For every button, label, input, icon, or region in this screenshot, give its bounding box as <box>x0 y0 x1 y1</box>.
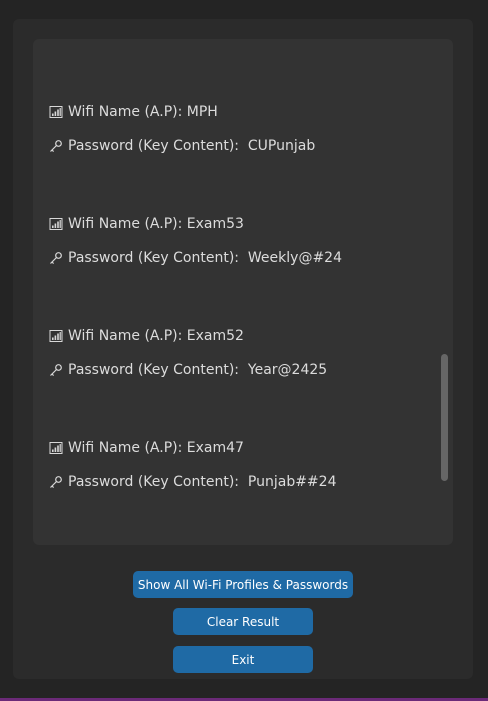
wifi-name-label: Wifi Name (A.P): <box>68 328 187 344</box>
password-value: CUPunjab <box>247 138 316 154</box>
result-entry: Wifi Name (A.P): MPH Password (Key Conte… <box>49 95 433 207</box>
signal-bars-icon <box>49 218 63 230</box>
result-textbox[interactable]: Wifi Name (A.P): MPH Password (Key Conte… <box>33 39 453 545</box>
key-icon <box>50 476 62 489</box>
wifi-name-value: Exam52 <box>186 328 244 344</box>
wifi-name-line: Wifi Name (A.P): Exam52 <box>49 319 433 353</box>
exit-button[interactable]: Exit <box>173 646 313 673</box>
password-line: Password (Key Content): Weekly@#24 <box>49 241 433 275</box>
wifi-name-label: Wifi Name (A.P): <box>68 216 187 232</box>
signal-bars-icon <box>49 106 63 118</box>
result-entry: Wifi Name (A.P): Exam52 Password (Key Co… <box>49 319 433 431</box>
key-icon <box>50 252 62 265</box>
password-label: Password (Key Content): <box>68 138 248 154</box>
password-line: Password (Key Content): Year@2425 <box>49 353 433 387</box>
wifi-name-value: Exam53 <box>186 216 244 232</box>
wifi-name-line: Wifi Name (A.P): Exam47 <box>49 431 433 465</box>
result-entry: Wifi Name (A.P): Exam47 Password (Key Co… <box>49 431 433 543</box>
results-list: Wifi Name (A.P): MPH Password (Key Conte… <box>49 95 433 543</box>
password-value: Year@2425 <box>247 362 328 378</box>
password-value: Weekly@#24 <box>247 250 342 266</box>
wifi-name-value: MPH <box>186 104 218 120</box>
password-label: Password (Key Content): <box>68 474 248 490</box>
wifi-name-line: Wifi Name (A.P): MPH <box>49 95 433 129</box>
wifi-name-line: Wifi Name (A.P): Exam53 <box>49 207 433 241</box>
result-entry: Wifi Name (A.P): Exam53 Password (Key Co… <box>49 207 433 319</box>
app-window: Wifi Name (A.P): MPH Password (Key Conte… <box>0 0 488 701</box>
wifi-name-value: Exam47 <box>186 440 244 456</box>
wifi-name-label: Wifi Name (A.P): <box>68 440 187 456</box>
password-label: Password (Key Content): <box>68 362 248 378</box>
key-icon <box>50 140 62 153</box>
password-line: Password (Key Content): Punjab##24 <box>49 465 433 499</box>
clear-result-button[interactable]: Clear Result <box>173 608 313 635</box>
main-frame: Wifi Name (A.P): MPH Password (Key Conte… <box>13 19 473 679</box>
password-label: Password (Key Content): <box>68 250 248 266</box>
result-scrollbar[interactable] <box>441 354 448 481</box>
wifi-name-label: Wifi Name (A.P): <box>68 104 187 120</box>
key-icon <box>50 364 62 377</box>
signal-bars-icon <box>49 442 63 454</box>
signal-bars-icon <box>49 330 63 342</box>
password-line: Password (Key Content): CUPunjab <box>49 129 433 163</box>
password-value: Punjab##24 <box>247 474 337 490</box>
show-all-profiles-button[interactable]: Show All Wi-Fi Profiles & Passwords <box>133 571 353 598</box>
